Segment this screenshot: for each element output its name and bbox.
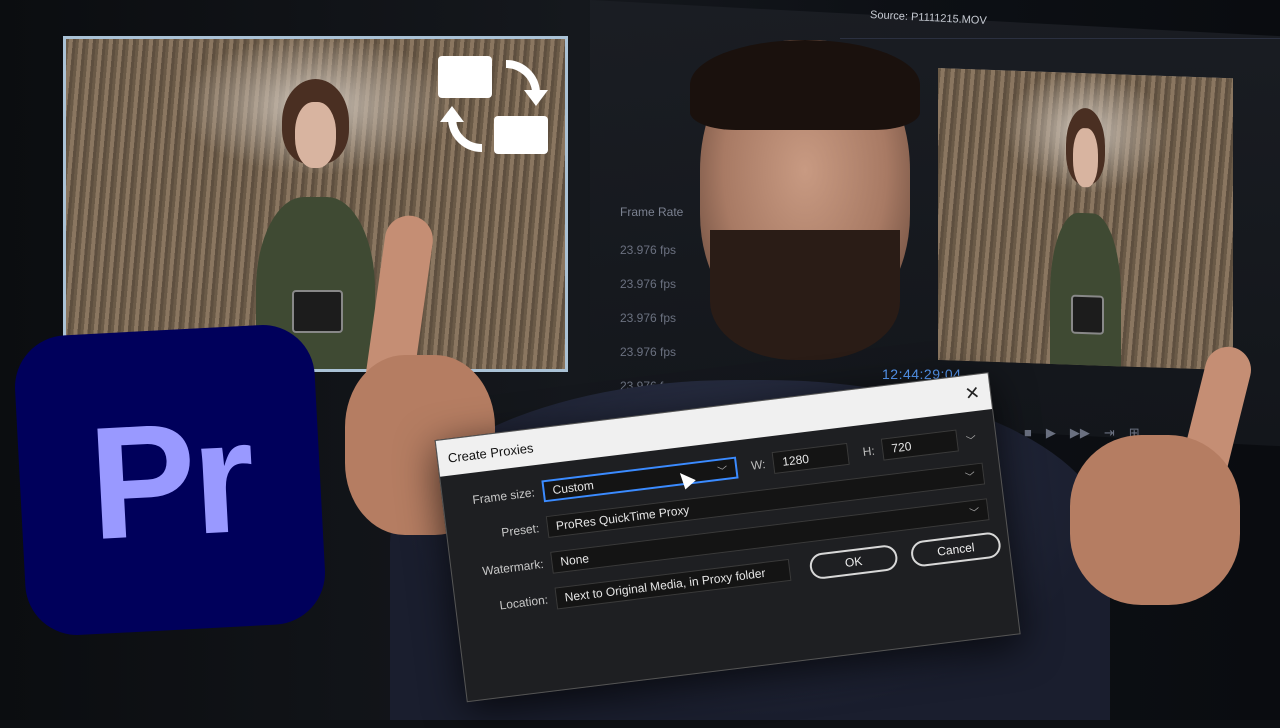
chevron-down-icon[interactable]: ﹀	[965, 431, 977, 447]
watermark-value: None	[559, 551, 590, 569]
pointing-hand-right	[1070, 341, 1256, 605]
logo-text: Pr	[84, 385, 256, 574]
frame-rate-header: Frame Rate	[620, 205, 684, 219]
chevron-down-icon: ﹀	[716, 465, 729, 478]
watermark-label: Watermark:	[481, 556, 545, 579]
height-label: H:	[861, 443, 876, 460]
frame-size-label: Frame size:	[471, 485, 536, 507]
premiere-pro-logo: Pr	[12, 322, 328, 638]
proxy-swap-icon	[438, 56, 548, 154]
frame-rate-cell: 23.976 fps	[620, 243, 677, 257]
preset-value: ProRes QuickTime Proxy	[555, 502, 691, 533]
presenter-hair	[690, 40, 920, 130]
width-field[interactable]: 1280	[772, 442, 851, 474]
close-icon[interactable]: ✕	[964, 382, 982, 405]
frame-rate-cell: 23.976 fps	[620, 345, 677, 359]
program-monitor-preview	[938, 68, 1233, 371]
width-label: W:	[750, 457, 767, 473]
height-field[interactable]: 720	[881, 429, 960, 461]
chevron-down-icon: ﹀	[964, 471, 976, 484]
camera-icon	[291, 289, 344, 334]
frame-rate-cell: 23.976 fps	[620, 277, 677, 291]
location-label: Location:	[498, 592, 549, 613]
width-value: 1280	[781, 451, 810, 469]
presenter-beard	[710, 230, 900, 360]
dialog-title: Create Proxies	[446, 439, 535, 466]
play-icon[interactable]: ▶	[1046, 425, 1056, 449]
chevron-down-icon: ﹀	[968, 506, 981, 519]
location-value: Next to Original Media, in Proxy folder	[563, 565, 767, 605]
ok-button[interactable]: OK	[808, 543, 899, 581]
woman-figure	[1050, 101, 1121, 371]
height-value: 720	[890, 439, 913, 456]
preset-label: Preset:	[500, 521, 541, 540]
cancel-button[interactable]: Cancel	[909, 531, 1003, 568]
frame-size-value: Custom	[551, 478, 595, 498]
frame-rate-cell: 23.976 fps	[620, 311, 677, 325]
